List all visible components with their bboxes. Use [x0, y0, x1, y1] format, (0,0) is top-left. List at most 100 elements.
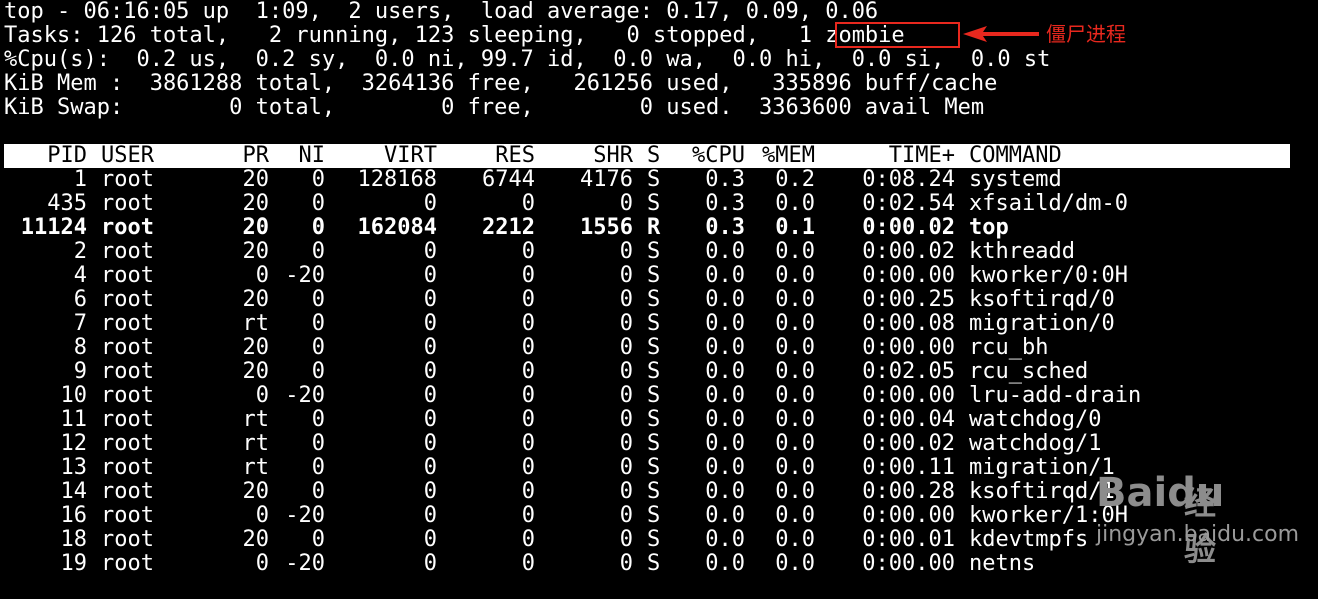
- cell-shr: 0: [619, 479, 633, 504]
- cell-pid: 16: [60, 503, 88, 528]
- col-cpu[interactable]: %CPU: [674, 144, 745, 168]
- cell-user: root: [101, 215, 154, 240]
- cell-shr: 0: [619, 239, 633, 264]
- cell-cpu: 0.0: [705, 383, 745, 408]
- cell-cpu: 0.0: [705, 551, 745, 576]
- cell-shr: 0: [619, 383, 633, 408]
- zombie-highlight-box: [835, 22, 960, 48]
- cell-virt: 0: [423, 191, 437, 216]
- cell-command: netns: [969, 551, 1036, 576]
- cell-cpu: 0.3: [705, 191, 745, 216]
- col-res[interactable]: RES: [444, 144, 535, 168]
- cell-pid: 4: [73, 263, 87, 288]
- cell-user: root: [101, 503, 154, 528]
- cell-pr: 0: [255, 503, 269, 528]
- cell-pr: 0: [255, 263, 269, 288]
- table-row[interactable]: 9 root 20 0 0 0 0 S 0.0 0.0 0:02.05 rcu_sched: [4, 360, 1290, 384]
- col-pr[interactable]: PR: [204, 144, 270, 168]
- cell-shr: 0: [619, 311, 633, 336]
- table-row[interactable]: 4 root 0 -20 0 0 0 S 0.0 0.0 0:00.00 kworker/0:0H: [4, 264, 1290, 288]
- cell-user: root: [101, 311, 154, 336]
- cell-virt: 0: [423, 551, 437, 576]
- cell-cpu: 0.0: [705, 239, 745, 264]
- cell-res: 0: [521, 287, 535, 312]
- table-row[interactable]: 8 root 20 0 0 0 0 S 0.0 0.0 0:00.00 rcu_bh: [4, 336, 1290, 360]
- table-row[interactable]: 11 root rt 0 0 0 0 S 0.0 0.0 0:00.04 watchdog/0: [4, 408, 1290, 432]
- table-row[interactable]: 2 root 20 0 0 0 0 S 0.0 0.0 0:00.02 kthreadd: [4, 240, 1290, 264]
- cell-virt: 162084: [357, 215, 437, 240]
- cell-ni: -20: [285, 503, 325, 528]
- col-ni[interactable]: NI: [264, 144, 326, 168]
- cell-cpu: 0.0: [705, 479, 745, 504]
- cell-user: root: [101, 191, 154, 216]
- cell-res: 0: [521, 407, 535, 432]
- cell-res: 0: [521, 359, 535, 384]
- cell-command: systemd: [969, 167, 1062, 192]
- cell-pid: 8: [73, 335, 87, 360]
- cell-s: S: [647, 167, 661, 192]
- cell-s: S: [647, 527, 661, 552]
- cell-ni: 0: [311, 359, 325, 384]
- cell-s: S: [647, 191, 661, 216]
- cell-virt: 0: [423, 311, 437, 336]
- cell-time: 0:00.02: [862, 239, 955, 264]
- cell-res: 0: [521, 479, 535, 504]
- cell-time: 0:00.04: [862, 407, 955, 432]
- col-mem[interactable]: %MEM: [744, 144, 815, 168]
- table-row[interactable]: 435 root 20 0 0 0 0 S 0.3 0.0 0:02.54 xfsaild/dm-0: [4, 192, 1290, 216]
- cell-pid: 14: [60, 479, 88, 504]
- cell-time: 0:00.00: [862, 383, 955, 408]
- cell-mem: 0.0: [775, 383, 815, 408]
- table-row[interactable]: 10 root 0 -20 0 0 0 S 0.0 0.0 0:00.00 lru-add-drain: [4, 384, 1290, 408]
- cell-pr: 20: [242, 191, 270, 216]
- cell-pid: 7: [73, 311, 87, 336]
- cell-pid: 11124: [20, 215, 87, 240]
- cpu-line: %Cpu(s): 0.2 us, 0.2 sy, 0.0 ni, 99.7 id…: [4, 47, 1051, 72]
- cell-pid: 2: [73, 239, 87, 264]
- cell-pr: 20: [242, 167, 270, 192]
- cell-res: 0: [521, 383, 535, 408]
- cell-pid: 10: [60, 383, 88, 408]
- cell-command: rcu_sched: [969, 359, 1089, 384]
- table-row[interactable]: 1 root 20 0 128168 6744 4176 S 0.3 0.2 0:08.24 syst…: [4, 168, 1290, 192]
- cell-virt: 0: [423, 287, 437, 312]
- table-row[interactable]: 11124 root 20 0 162084 2212 1556 R 0.3 0.1 0:00.02…: [4, 216, 1290, 240]
- cell-pr: rt: [242, 455, 270, 480]
- cell-s: S: [647, 407, 661, 432]
- cell-time: 0:00.02: [862, 215, 955, 240]
- col-pid[interactable]: PID: [4, 144, 87, 168]
- cell-user: root: [101, 287, 154, 312]
- col-shr[interactable]: SHR: [544, 144, 633, 168]
- cell-res: 0: [521, 455, 535, 480]
- cell-mem: 0.0: [775, 407, 815, 432]
- col-s[interactable]: S: [647, 144, 660, 168]
- table-row[interactable]: 6 root 20 0 0 0 0 S 0.0 0.0 0:00.25 ksoftirqd/0: [4, 288, 1290, 312]
- cell-s: S: [647, 287, 661, 312]
- table-row[interactable]: 12 root rt 0 0 0 0 S 0.0 0.0 0:00.02 watchdog/1: [4, 432, 1290, 456]
- cell-cpu: 0.0: [705, 455, 745, 480]
- cell-command: kthreadd: [969, 239, 1075, 264]
- cell-shr: 0: [619, 551, 633, 576]
- cell-command: xfsaild/dm-0: [969, 191, 1128, 216]
- cell-pr: 0: [255, 551, 269, 576]
- uptime-line: top - 06:16:05 up 1:09, 2 users, load av…: [4, 0, 879, 24]
- cell-time: 0:00.25: [862, 287, 955, 312]
- col-time[interactable]: TIME+: [824, 144, 955, 168]
- table-row[interactable]: 19 root 0 -20 0 0 0 S 0.0 0.0 0:00.00 netns: [4, 552, 1290, 576]
- cell-ni: 0: [311, 527, 325, 552]
- cell-s: S: [647, 503, 661, 528]
- cell-ni: 0: [311, 431, 325, 456]
- cell-shr: 0: [619, 287, 633, 312]
- tasks-line: Tasks: 126 total, 2 running, 123 sleepin…: [4, 23, 905, 48]
- col-command[interactable]: COMMAND: [969, 144, 1062, 168]
- cell-mem: 0.0: [775, 455, 815, 480]
- cell-shr: 0: [619, 503, 633, 528]
- col-user[interactable]: USER: [101, 144, 154, 168]
- cell-pid: 13: [60, 455, 88, 480]
- cell-command: kdevtmpfs: [969, 527, 1089, 552]
- cell-res: 0: [521, 311, 535, 336]
- table-row[interactable]: 7 root rt 0 0 0 0 S 0.0 0.0 0:00.08 migration/0: [4, 312, 1290, 336]
- cell-time: 0:02.54: [862, 191, 955, 216]
- cell-user: root: [101, 239, 154, 264]
- col-virt[interactable]: VIRT: [344, 144, 437, 168]
